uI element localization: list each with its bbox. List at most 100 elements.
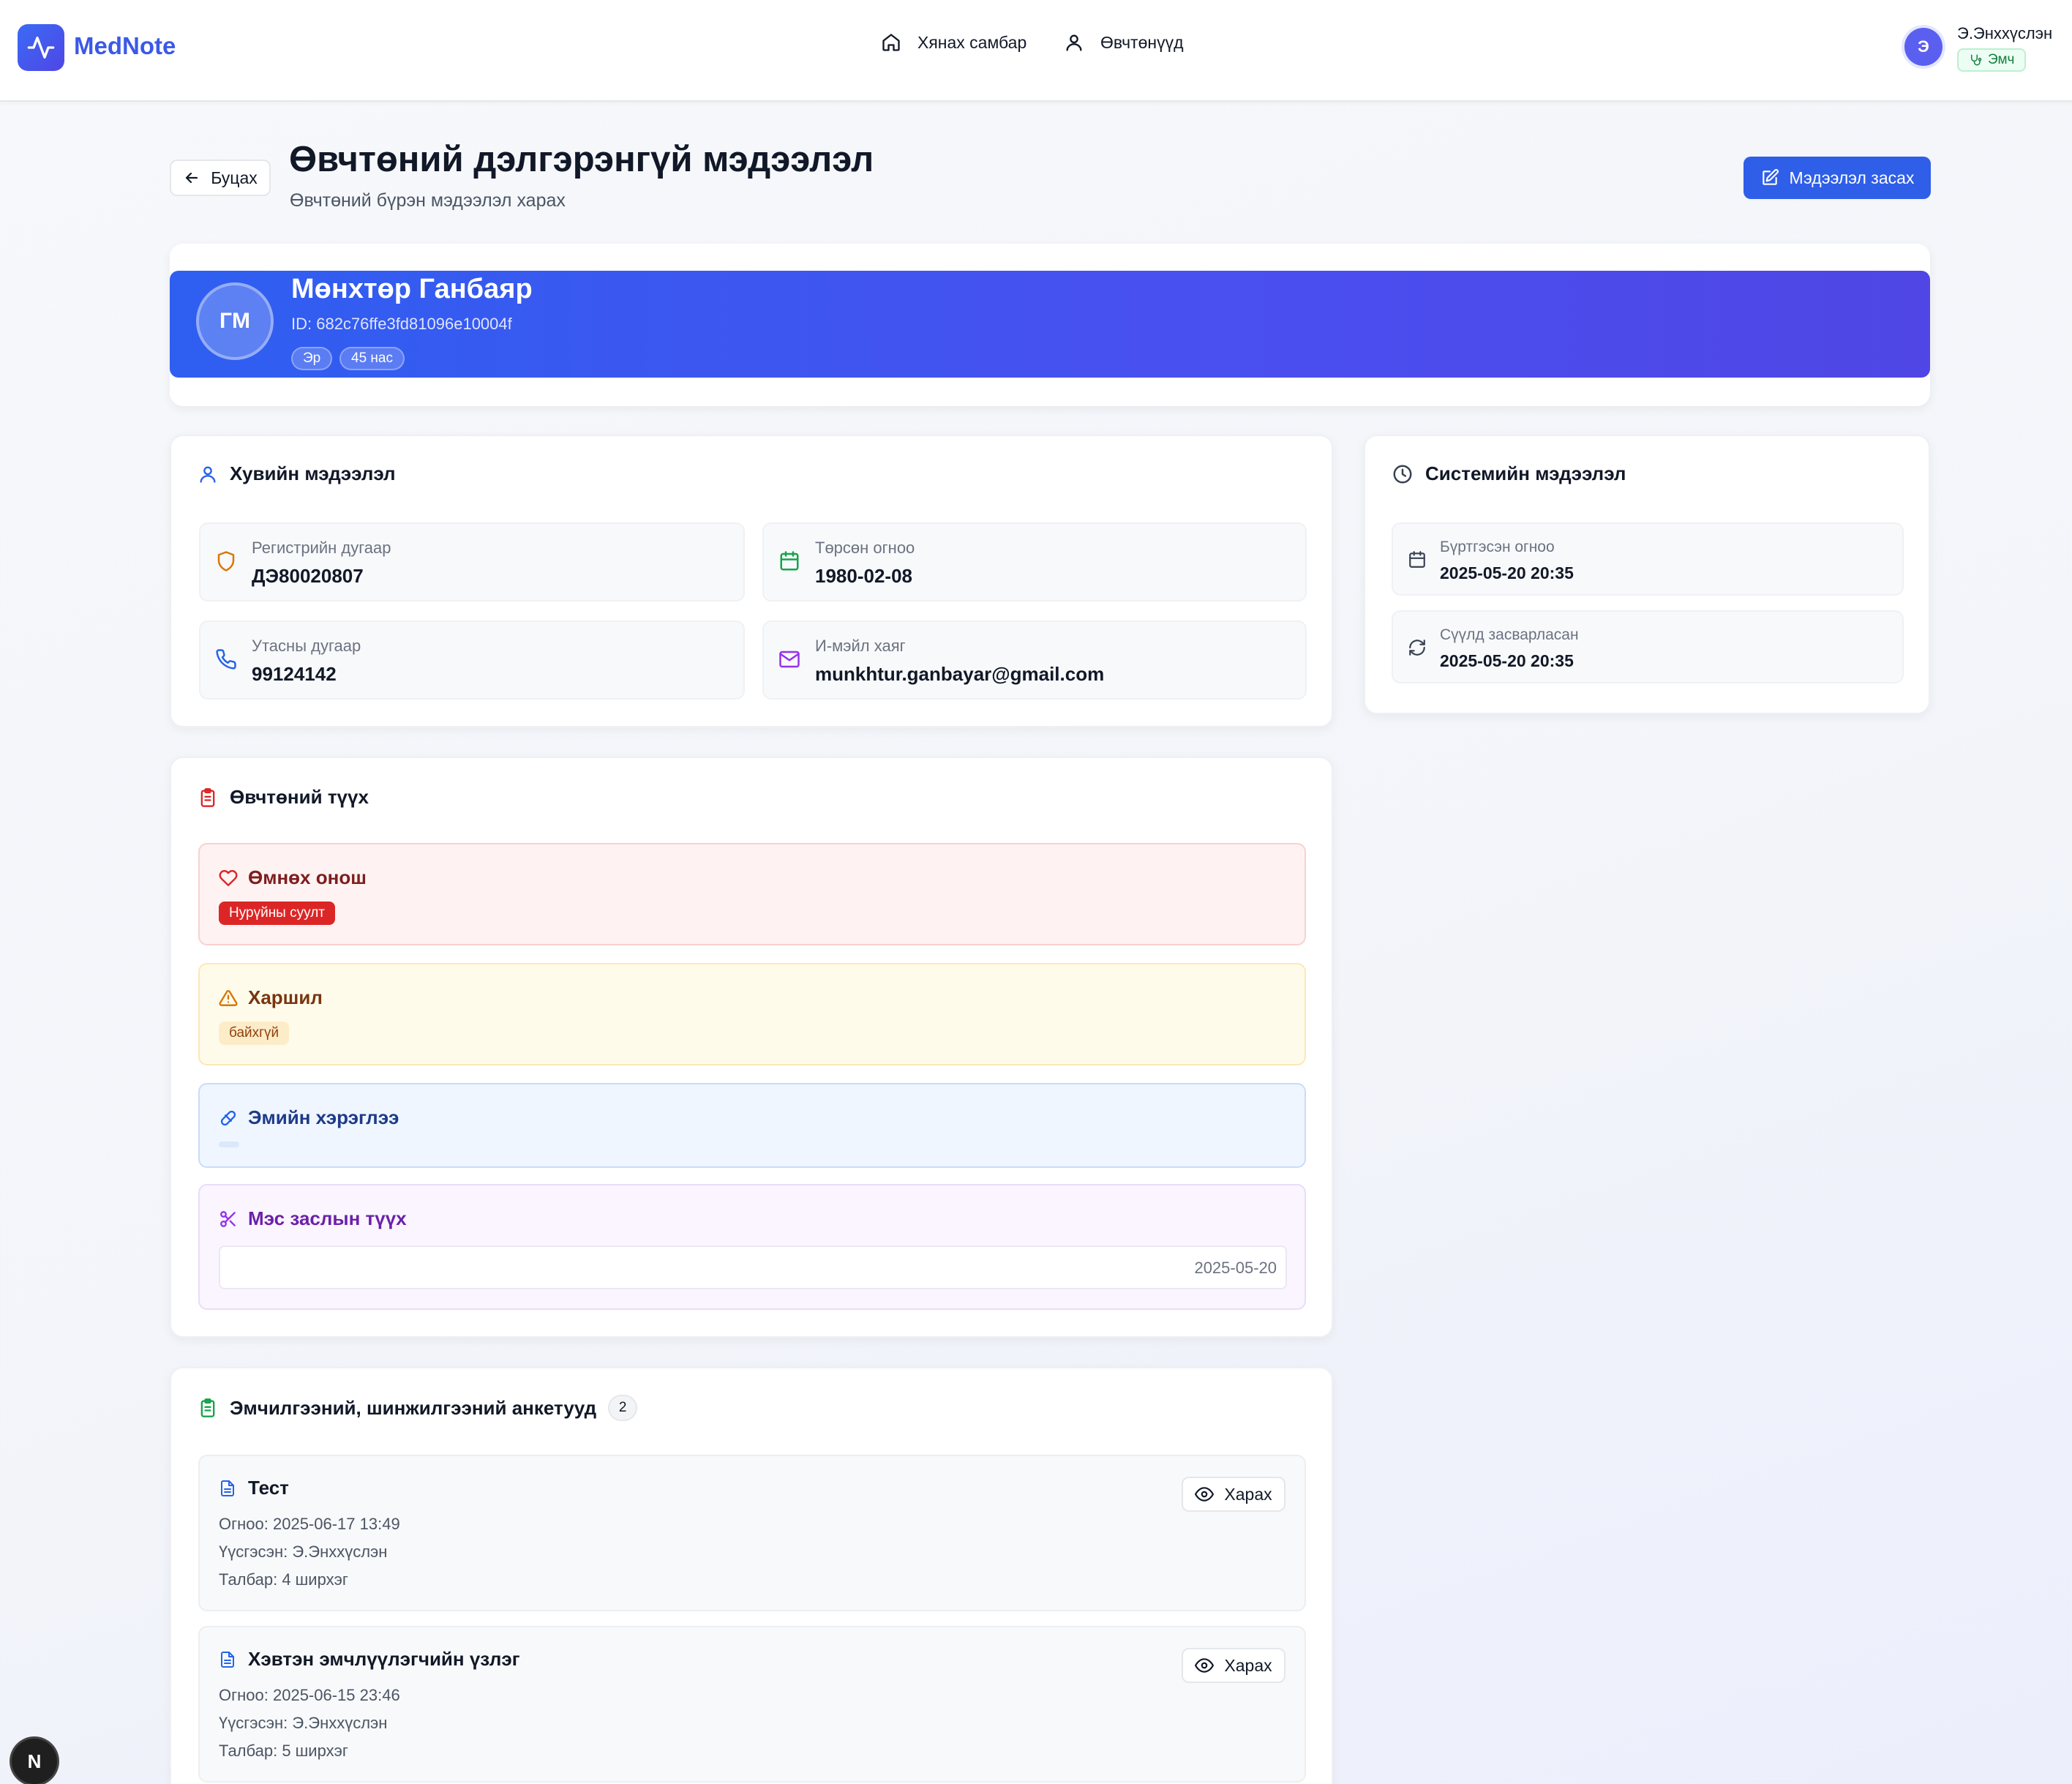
heart-icon [219, 869, 238, 888]
forms-count-badge: 2 [608, 1395, 638, 1421]
panel-title-text: Харшил [248, 986, 323, 1008]
medication-title: Эмийн хэрэглээ [219, 1106, 399, 1129]
nav-item-patients[interactable]: Өвчтөнүүд [1064, 32, 1184, 53]
form-author: Үүсгэсэн: Э.Энххүслэн [219, 1543, 388, 1561]
back-button[interactable]: Буцах [170, 160, 271, 196]
form-title-text: Тест [248, 1477, 289, 1499]
calendar-icon [1408, 550, 1427, 569]
diagnosis-panel: Өмнөх онош Нурүйны суулт [198, 843, 1306, 945]
eye-icon [1195, 1485, 1215, 1504]
diagnosis-tag: Нурүйны суулт [219, 902, 335, 925]
form-title-text: Хэвтэн эмчлүүлэгчийн үзлэг [248, 1648, 520, 1670]
app-name[interactable]: MedNote [74, 32, 176, 60]
top-navbar: MedNote Хянах самбар Өвчтөнүүд Э Э.Энххү… [0, 0, 2072, 102]
phone-icon [215, 648, 237, 670]
clock-icon [1392, 463, 1414, 485]
pill-icon [219, 1109, 238, 1128]
mail-icon [778, 648, 800, 670]
field-value: 99124142 [252, 663, 337, 685]
file-text-icon [219, 1651, 236, 1668]
system-field-updated: Сүүлд засварласан 2025-05-20 20:35 [1392, 610, 1904, 683]
field-label: Регистрийн дугаар [252, 539, 391, 557]
medication-panel: Эмийн хэрэглээ [198, 1083, 1306, 1168]
arrow-left-icon [183, 169, 200, 187]
view-form-button[interactable]: Харах [1182, 1648, 1285, 1683]
edit-icon [1760, 168, 1779, 187]
field-value: 2025-05-20 20:35 [1440, 563, 1574, 582]
field-label: И-мэйл хаяг [815, 637, 906, 655]
devtools-button[interactable]: N [12, 1739, 57, 1784]
card-title-text: Өвчтөний түүх [230, 786, 369, 808]
allergy-panel: Харшил байхгүй [198, 963, 1306, 1065]
surgery-record: 2025-05-20 [219, 1245, 1287, 1289]
patient-name: Мөнхтөр Ганбаяр [291, 274, 533, 304]
scissors-icon [219, 1210, 238, 1229]
form-item: Тест Огноо: 2025-06-17 13:49 Үүсгэсэн: Э… [198, 1455, 1306, 1611]
home-icon [881, 32, 901, 53]
back-label: Буцах [211, 168, 258, 187]
gender-chip: Эр [291, 347, 333, 370]
system-info-card: Системийн мэдээлэл Бүртгэсэн огноо 2025-… [1364, 435, 1930, 714]
info-field-register: Регистрийн дугаар ДЭ80020807 [199, 522, 745, 601]
nav-label: Өвчтөнүүд [1100, 32, 1184, 52]
info-field-phone: Утасны дугаар 99124142 [199, 621, 745, 700]
field-value: munkhtur.ganbayar@gmail.com [815, 663, 1105, 685]
panel-title-text: Өмнөх онош [248, 866, 367, 888]
system-field-created: Бүртгэсэн огноо 2025-05-20 20:35 [1392, 522, 1904, 596]
panel-title-text: Эмийн хэрэглээ [248, 1106, 399, 1128]
surgery-title: Мэс заслын түүх [219, 1207, 407, 1230]
surgery-panel: Мэс заслын түүх 2025-05-20 [198, 1184, 1306, 1310]
edit-label: Мэдээлэл засах [1789, 168, 1915, 187]
activity-logo-icon[interactable] [18, 24, 64, 71]
view-label: Харах [1224, 1484, 1272, 1504]
card-title-text: Хувийн мэдээлэл [230, 462, 396, 484]
field-value: ДЭ80020807 [252, 565, 364, 587]
field-value: 1980-02-08 [815, 565, 912, 587]
user-avatar[interactable]: Э [1904, 28, 1942, 66]
form-date: Огноо: 2025-06-17 13:49 [219, 1515, 400, 1533]
patient-id: ID: 682c76ffe3fd81096e10004f [291, 315, 512, 333]
form-item: Хэвтэн эмчлүүлэгчийн үзлэг Огноо: 2025-0… [198, 1626, 1306, 1783]
clipboard-icon [198, 787, 218, 808]
edit-info-button[interactable]: Мэдээлэл засах [1743, 157, 1931, 199]
form-author: Үүсгэсэн: Э.Энххүслэн [219, 1714, 388, 1732]
info-field-email: И-мэйл хаяг munkhtur.ganbayar@gmail.com [762, 621, 1307, 700]
eye-icon [1195, 1656, 1215, 1675]
surgery-date: 2025-05-20 [1194, 1259, 1277, 1277]
role-badge: Эмч [1957, 48, 2027, 72]
field-label: Утасны дугаар [252, 637, 361, 655]
form-field-count: Талбар: 4 ширхэг [219, 1570, 348, 1589]
stethoscope-icon [1969, 53, 1982, 67]
shield-icon [215, 550, 237, 572]
page-subtitle: Өвчтөний бүрэн мэдээлэл харах [290, 190, 566, 211]
info-field-birthdate: Төрсөн огноо 1980-02-08 [762, 522, 1307, 601]
calendar-icon [778, 550, 800, 572]
field-label: Төрсөн огноо [815, 539, 915, 557]
warning-icon [219, 989, 238, 1008]
field-label: Бүртгэсэн огноо [1440, 539, 1555, 555]
card-title-text: Системийн мэдээлэл [1425, 462, 1626, 484]
form-title: Хэвтэн эмчлүүлэгчийн үзлэг [219, 1648, 520, 1671]
history-title: Өвчтөний түүх [198, 786, 369, 809]
allergy-title: Харшил [219, 986, 323, 1009]
form-date: Огноо: 2025-06-15 23:46 [219, 1686, 400, 1704]
role-label: Эмч [1988, 52, 2015, 67]
age-chip: 45 нас [339, 347, 405, 370]
field-label: Сүүлд засварласан [1440, 626, 1579, 643]
allergy-tag: байхгүй [219, 1022, 290, 1045]
nav-item-dashboard[interactable]: Хянах самбар [881, 32, 1026, 53]
personal-info-card: Хувийн мэдээлэл Регистрийн дугаар ДЭ8002… [170, 435, 1333, 727]
nav-label: Хянах самбар [917, 32, 1027, 52]
forms-title: Эмчилгээний, шинжилгээний анкетууд 2 [198, 1395, 638, 1421]
user-icon [1064, 32, 1084, 53]
form-field-count: Талбар: 5 ширхэг [219, 1742, 348, 1760]
user-icon [198, 464, 218, 484]
patient-avatar: ГМ [196, 282, 274, 360]
user-name: Э.Энххүслэн [1957, 24, 2053, 42]
personal-info-title: Хувийн мэдээлэл [198, 462, 396, 485]
view-form-button[interactable]: Харах [1182, 1477, 1285, 1512]
diagnosis-title: Өмнөх онош [219, 866, 367, 889]
field-value: 2025-05-20 20:35 [1440, 651, 1574, 670]
system-info-title: Системийн мэдээлэл [1392, 462, 1626, 485]
medication-empty-tag [219, 1142, 239, 1147]
